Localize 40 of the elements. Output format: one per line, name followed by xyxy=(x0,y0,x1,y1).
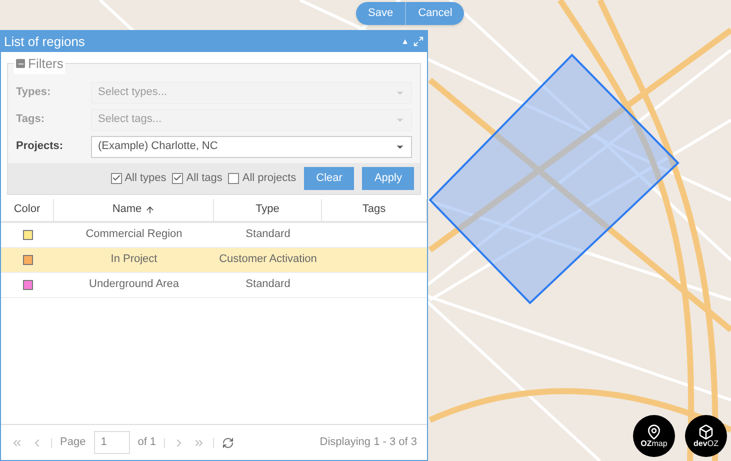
field-placeholder: Select types... xyxy=(98,85,168,100)
panel-title: List of regions xyxy=(4,32,86,51)
checkbox[interactable] xyxy=(228,172,240,184)
collapse-button[interactable]: ▲ xyxy=(401,36,409,48)
table-cell-text: Underground Area xyxy=(88,277,180,292)
column-header[interactable]: Name xyxy=(54,198,214,220)
cancel-button[interactable]: Cancel xyxy=(405,2,464,25)
apply-button[interactable]: Apply xyxy=(362,166,414,190)
checkbox[interactable] xyxy=(172,172,184,184)
page-label: Page xyxy=(60,435,86,450)
table-row[interactable]: Underground Area Standard xyxy=(1,272,427,298)
filters-legend: Filters xyxy=(28,54,64,74)
collapse-icon[interactable] xyxy=(16,59,25,68)
checkbox-label: All projects xyxy=(242,170,296,186)
field-value: (Example) Charlotte, NC xyxy=(98,139,219,154)
refresh-icon[interactable] xyxy=(222,436,234,448)
field-label: Types: xyxy=(16,85,52,100)
table-cell-text: Commercial Region xyxy=(84,227,184,242)
display-info: Displaying 1 - 3 of 3 xyxy=(320,435,417,450)
column-header[interactable]: Color xyxy=(1,198,54,220)
field-label: Tags: xyxy=(16,112,46,128)
field-label: Projects: xyxy=(16,139,64,154)
checkbox-label: All tags xyxy=(186,170,222,186)
checkbox[interactable] xyxy=(110,172,122,184)
field-placeholder: Select tags... xyxy=(98,112,163,128)
table-cell-text: Standard xyxy=(244,277,292,292)
expand-icon[interactable] xyxy=(413,36,424,47)
column-header[interactable]: Type xyxy=(214,198,322,220)
table-cell-text: In Project xyxy=(110,252,158,268)
table-cell-text: Standard xyxy=(244,227,292,242)
save-button[interactable]: Save xyxy=(356,2,406,25)
dropdown-field[interactable]: (Example) Charlotte, NC xyxy=(91,136,412,158)
sort-arrow-icon xyxy=(144,204,155,214)
page-input[interactable]: 1 xyxy=(94,431,130,454)
table-cell-text: Customer Activation xyxy=(218,252,318,268)
table-row[interactable]: In Project Customer Activation xyxy=(1,248,427,272)
page-count: of 1 xyxy=(138,435,156,450)
clear-button[interactable]: Clear xyxy=(304,166,354,190)
checkbox-label: All types xyxy=(124,170,166,186)
column-header[interactable]: Tags xyxy=(322,198,427,220)
